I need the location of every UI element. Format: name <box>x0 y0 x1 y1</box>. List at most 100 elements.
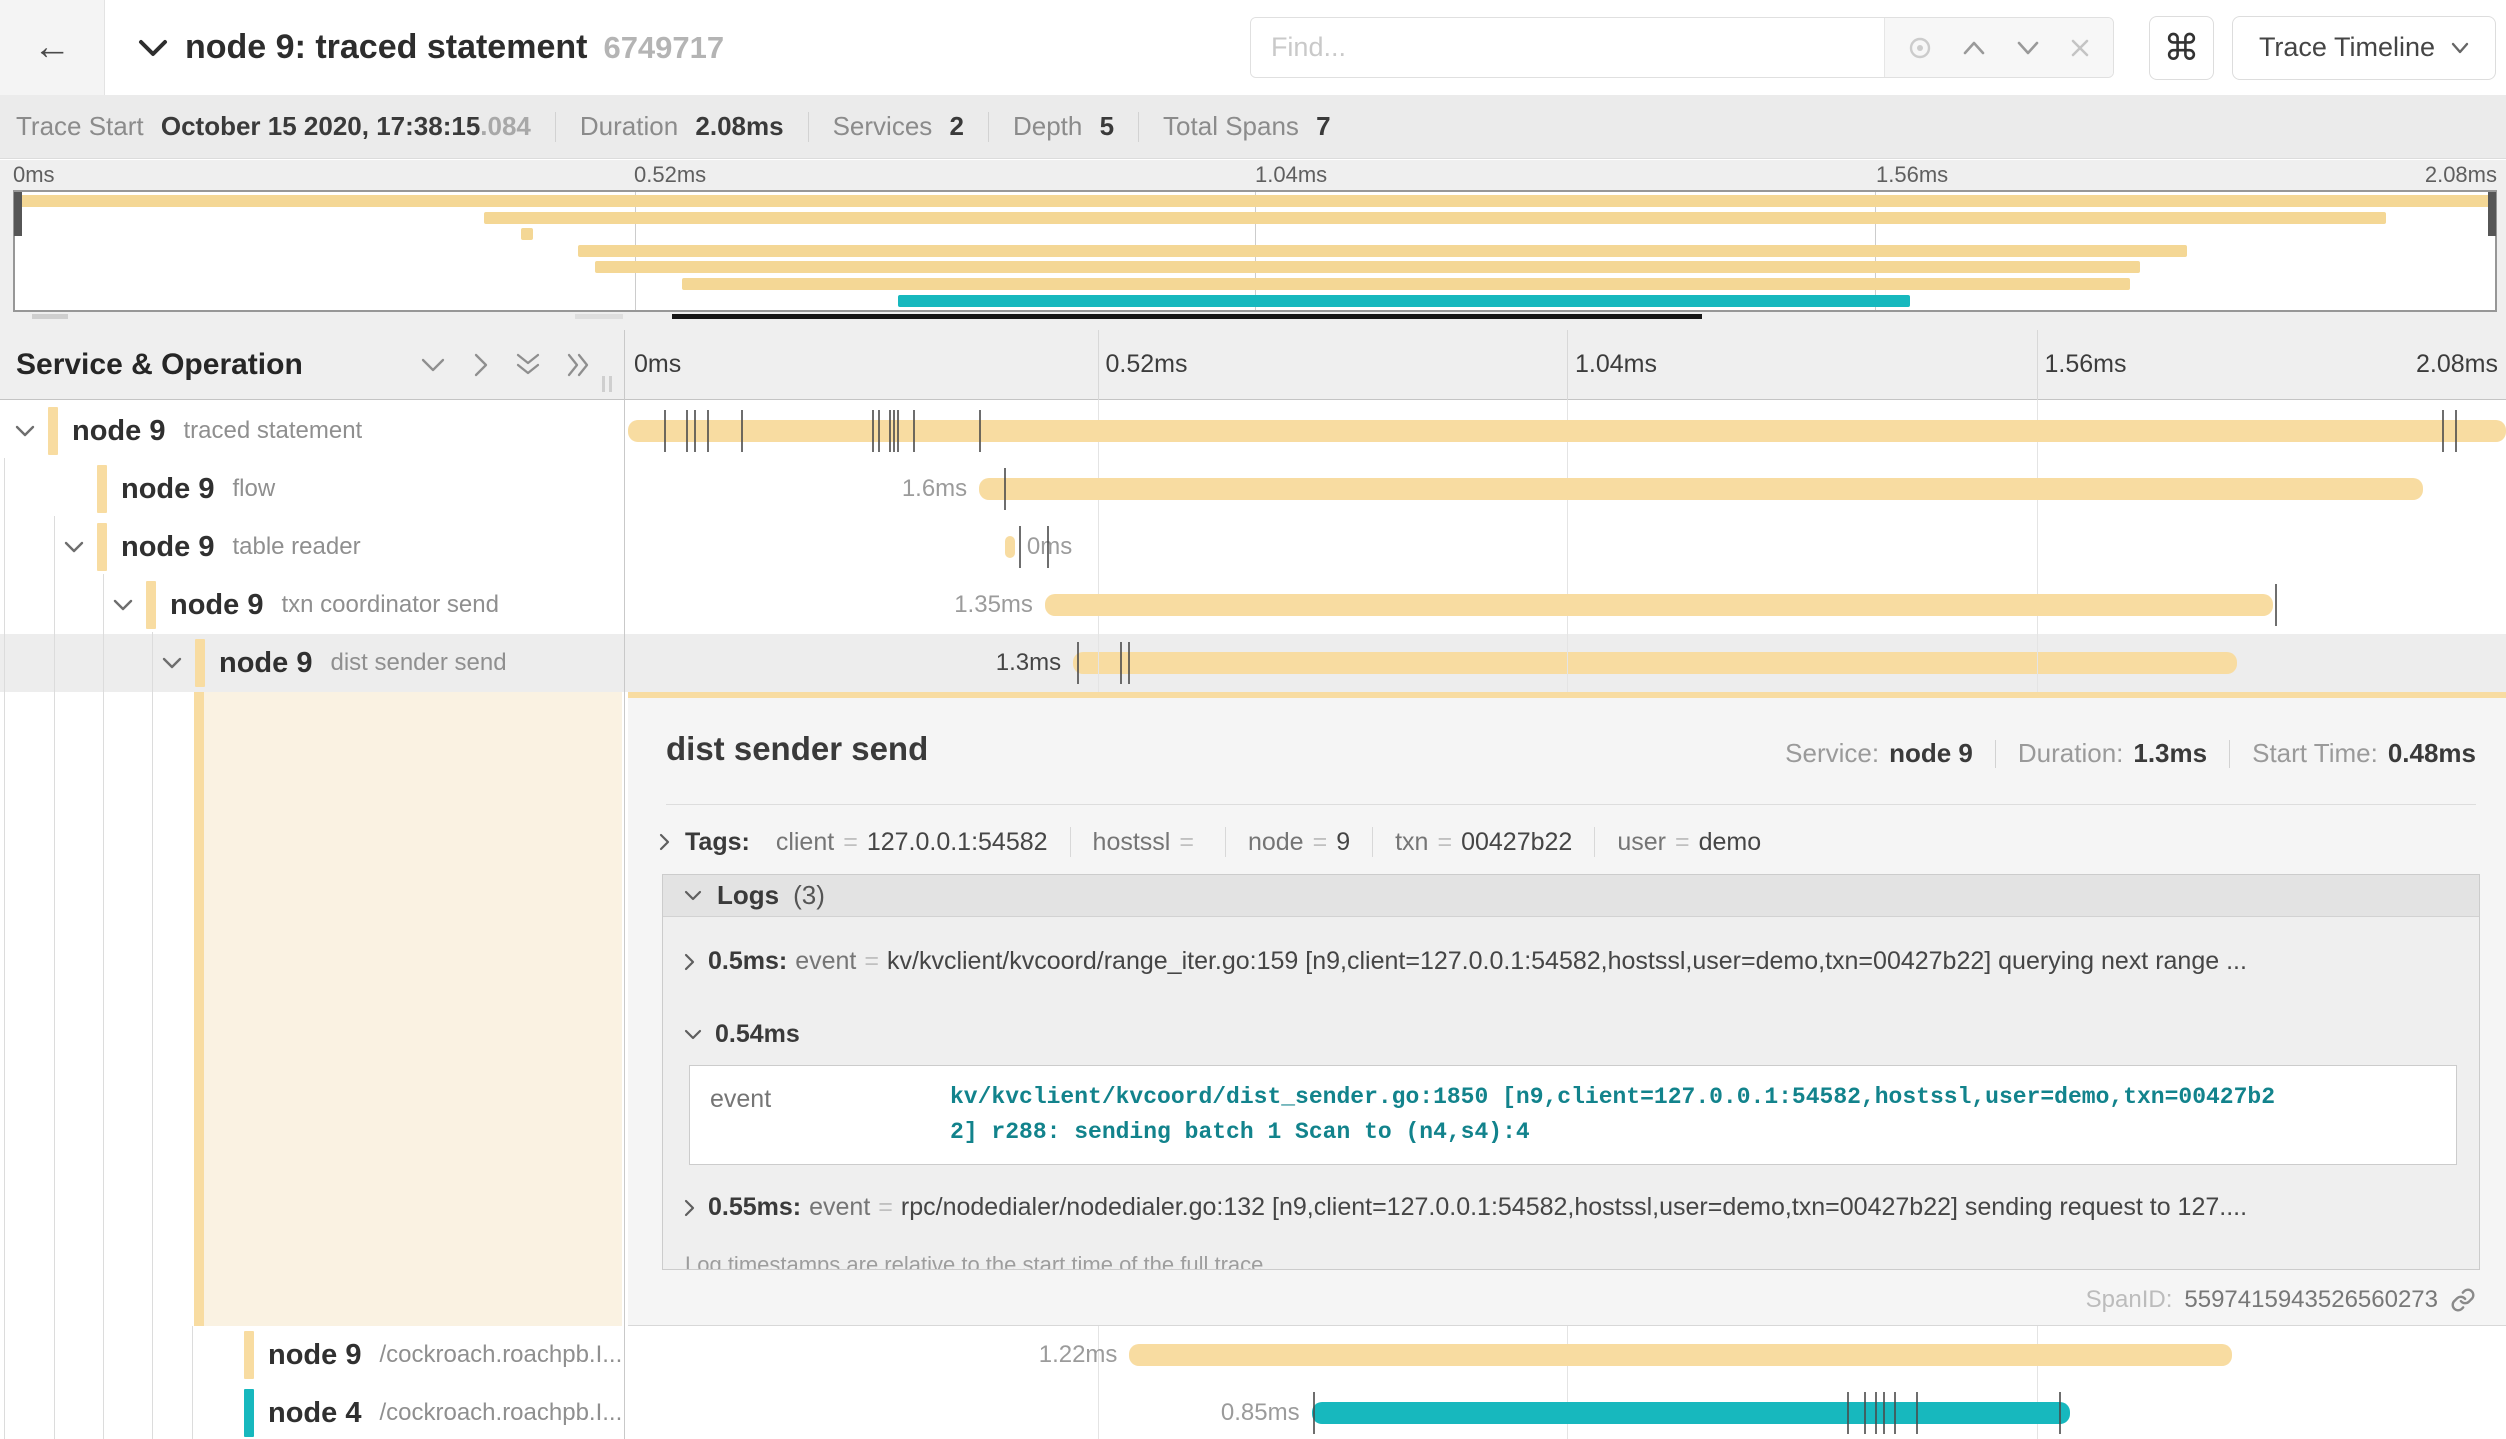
chevron-right-icon <box>658 832 671 852</box>
span-tree-cell[interactable]: node 9traced statement <box>0 402 622 460</box>
operation-name: traced statement <box>183 417 362 445</box>
span-row[interactable]: node 9flow 1.6ms <box>0 460 2506 518</box>
span-tree-cell[interactable]: node 9dist sender send <box>0 634 622 692</box>
log-marker-tick <box>1313 1392 1315 1434</box>
trace-collapse-toggle[interactable] <box>137 38 169 58</box>
span-tree-cell[interactable]: node 9 txn coordinator send <box>0 576 622 634</box>
log-marker-tick <box>2275 584 2277 626</box>
log-marker-tick <box>1077 642 1079 684</box>
log-field-value: rpc/nodedialer/nodedialer.go:132 [n9,cli… <box>901 1193 2247 1222</box>
span-bar[interactable] <box>628 420 2506 442</box>
minimap-left-handle[interactable] <box>14 192 22 236</box>
span-row[interactable]: node 9dist sender send1.3ms <box>0 634 2506 692</box>
span-bar[interactable] <box>1129 1344 2231 1366</box>
span-row[interactable]: node 9/cockroach.roachpb.I... 1.22ms <box>0 1326 2506 1384</box>
find-prev-icon[interactable] <box>1961 39 1987 57</box>
span-tree-cell[interactable]: node 9flow <box>0 460 622 518</box>
minimap-section: 0ms0.52ms1.04ms1.56ms2.08ms <box>0 160 2506 330</box>
minimap-span-bar <box>521 228 533 240</box>
span-id-row: SpanID: 5597415943526560273 <box>2086 1286 2476 1314</box>
log-marker-tick <box>2455 410 2457 452</box>
span-bar[interactable] <box>1045 594 2273 616</box>
tag-item: txn=00427b22 <box>1395 828 1572 857</box>
span-tree-cell[interactable]: node 9table reader <box>0 518 622 576</box>
log-marker-tick <box>1847 1392 1849 1434</box>
ruler-gridline <box>2037 330 2038 400</box>
span-duration-label: 1.6ms <box>902 460 967 518</box>
operation-name: txn coordinator send <box>281 591 498 619</box>
span-row[interactable]: node 4/cockroach.roachpb.I...0.85ms <box>0 1384 2506 1439</box>
log-entry-1[interactable]: 0.5ms: event = kv/kvclient/kvcoord/range… <box>683 947 2457 976</box>
span-bar[interactable] <box>1073 652 2237 674</box>
minimap-tick-label: 1.56ms <box>1876 162 1948 188</box>
service-name: node 9 <box>170 589 263 622</box>
tags-accordion[interactable]: Tags: client=127.0.0.1:54582hostssl=node… <box>658 820 2476 864</box>
chevron-down-icon <box>683 1028 703 1041</box>
span-name: node 9/cockroach.roachpb.I... <box>268 1326 622 1384</box>
span-row[interactable]: node 9 txn coordinator send 1.35ms <box>0 576 2506 634</box>
timeline-scroll-indicator[interactable] <box>672 314 1702 319</box>
span-row[interactable]: node 9table reader0ms <box>0 518 2506 576</box>
span-detail-panel: dist sender send Service:node 9Duration:… <box>628 692 2506 1326</box>
panel-divider[interactable] <box>624 330 625 1439</box>
summary-item: Total Spans 7 <box>1163 111 1331 142</box>
find-next-icon[interactable] <box>2015 39 2041 57</box>
logs-accordion-header[interactable]: Logs (3) <box>663 875 2479 917</box>
logs-section: Logs (3) 0.5ms: event = kv/kvclient/kvco… <box>662 874 2480 1270</box>
chevron-down-icon <box>63 540 85 554</box>
tag-key: txn <box>1395 828 1428 857</box>
selected-span-color-strip <box>194 692 204 1326</box>
log-marker-tick <box>1128 642 1130 684</box>
find-clear-icon[interactable] <box>2069 37 2091 59</box>
summary-divider <box>988 112 989 142</box>
span-bar[interactable] <box>979 478 2423 500</box>
collapse-all-icon[interactable] <box>515 353 541 377</box>
log-marker-tick <box>878 410 880 452</box>
span-duration-label: 1.22ms <box>1039 1326 1118 1384</box>
minimap-canvas[interactable] <box>13 190 2497 312</box>
minimap-scrub-handle[interactable] <box>32 314 68 319</box>
match-locate-icon[interactable] <box>1907 35 1933 61</box>
span-tree-cell[interactable]: node 4/cockroach.roachpb.I... <box>0 1384 622 1439</box>
span-collapse-toggle[interactable] <box>14 424 36 443</box>
log-entry-2-detail: event kv/kvclient/kvcoord/dist_sender.go… <box>689 1065 2457 1165</box>
span-name: node 9traced statement <box>72 402 362 460</box>
keyboard-shortcuts-button[interactable]: ⌘ <box>2149 16 2214 80</box>
span-collapse-toggle[interactable] <box>63 540 85 559</box>
service-color-bar <box>48 407 58 455</box>
span-duration-label: 1.35ms <box>954 576 1033 634</box>
minimap-tick-label: 2.08ms <box>2425 162 2497 188</box>
chevron-down-icon <box>14 424 36 438</box>
span-name: node 9table reader <box>121 518 361 576</box>
log-entry-3[interactable]: 0.55ms: event = rpc/nodedialer/nodediale… <box>683 1193 2457 1222</box>
expand-all-icon[interactable] <box>567 352 591 378</box>
expand-one-icon[interactable] <box>472 352 489 378</box>
span-collapse-toggle[interactable] <box>112 598 134 617</box>
log-marker-tick <box>664 410 666 452</box>
top-bar: ← node 9: traced statement 6749717 ⌘ Tra… <box>0 0 2506 95</box>
log-marker-tick <box>1916 1392 1918 1434</box>
deep-link-icon[interactable] <box>2450 1287 2476 1313</box>
ruler-tick-label: 0ms <box>634 350 681 379</box>
view-selector-button[interactable]: Trace Timeline <box>2232 16 2496 80</box>
log-entry-2-header[interactable]: 0.54ms <box>683 1020 2457 1049</box>
minimap-scrub-handle[interactable] <box>575 314 623 319</box>
span-collapse-toggle[interactable] <box>161 656 183 675</box>
span-bar[interactable] <box>1312 1402 2071 1424</box>
back-button[interactable]: ← <box>0 0 105 95</box>
collapse-one-icon[interactable] <box>420 357 446 374</box>
equals-sign: = <box>878 1193 893 1222</box>
log-timestamp: 0.5ms: <box>708 947 787 976</box>
tree-guide-line <box>192 1326 193 1439</box>
minimap-right-handle[interactable] <box>2488 192 2496 236</box>
log-marker-tick <box>1875 1392 1877 1434</box>
span-tree-cell[interactable]: node 9/cockroach.roachpb.I... <box>0 1326 622 1384</box>
span-row[interactable]: node 9traced statement <box>0 402 2506 460</box>
summary-divider <box>555 112 556 142</box>
summary-divider <box>808 112 809 142</box>
span-bar[interactable] <box>1005 536 1014 558</box>
detail-meta-item: Duration:1.3ms <box>2018 738 2207 769</box>
find-input[interactable] <box>1251 18 1884 77</box>
service-color-bar <box>195 639 205 687</box>
column-resize-grip[interactable] <box>602 376 612 392</box>
